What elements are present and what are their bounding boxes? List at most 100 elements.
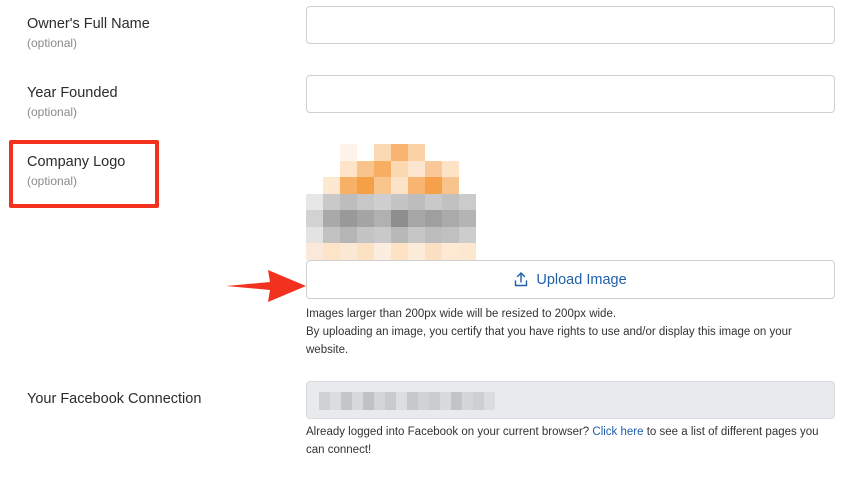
logo-pixel (340, 210, 357, 227)
facebook-connection-field (306, 381, 835, 419)
owner-name-label-group: Owner's Full Name (optional) (27, 15, 150, 51)
logo-pixel (408, 243, 425, 260)
logo-pixel (357, 193, 374, 210)
facebook-blur-pixel (385, 392, 396, 410)
logo-pixel (476, 226, 493, 243)
upload-help-line2: By uploading an image, you certify that … (306, 326, 792, 356)
facebook-blur-pixel (451, 392, 462, 410)
logo-pixel (425, 243, 442, 260)
facebook-label-group: Your Facebook Connection (27, 390, 201, 408)
logo-pixel (323, 243, 340, 260)
logo-pixel (340, 193, 357, 210)
logo-pixel (306, 160, 323, 177)
logo-pixel (442, 243, 459, 260)
logo-pixel (374, 226, 391, 243)
logo-pixel (442, 193, 459, 210)
company-logo-label-group: Company Logo (optional) (27, 153, 125, 189)
facebook-blur-pixel (341, 392, 352, 410)
logo-pixel (459, 226, 476, 243)
logo-pixel (340, 160, 357, 177)
upload-icon (515, 272, 528, 287)
logo-pixel (476, 243, 493, 260)
facebook-blur-pixel (330, 392, 341, 410)
company-logo-label: Company Logo (27, 154, 126, 170)
facebook-blur-pixel (363, 392, 374, 410)
logo-pixel (408, 226, 425, 243)
facebook-click-here-link[interactable]: Click here (592, 426, 643, 438)
logo-pixel (459, 193, 476, 210)
logo-pixel (374, 144, 391, 161)
logo-pixel (442, 210, 459, 227)
logo-pixel (306, 226, 323, 243)
logo-pixel (476, 144, 493, 161)
logo-pixel (459, 144, 476, 161)
year-founded-label-group: Year Founded (optional) (27, 84, 118, 120)
year-founded-label: Year Founded (27, 85, 118, 101)
logo-pixel (459, 243, 476, 260)
logo-pixel (476, 210, 493, 227)
logo-pixel (425, 210, 442, 227)
facebook-blur-pixel (319, 392, 330, 410)
upload-image-button[interactable]: Upload Image (306, 260, 835, 299)
logo-pixel (340, 177, 357, 194)
logo-pixel (425, 160, 442, 177)
logo-pixel (374, 210, 391, 227)
facebook-blur-pixel (352, 392, 363, 410)
logo-pixel (357, 177, 374, 194)
logo-pixel (357, 160, 374, 177)
logo-pixel (323, 177, 340, 194)
facebook-blur-pixel (374, 392, 385, 410)
logo-pixel (425, 193, 442, 210)
facebook-blur-pixel (484, 392, 495, 410)
logo-pixel (476, 193, 493, 210)
logo-pixel (408, 177, 425, 194)
logo-pixel (306, 193, 323, 210)
logo-pixel (306, 243, 323, 260)
logo-pixel (391, 160, 408, 177)
logo-pixel (306, 144, 323, 161)
logo-pixel (493, 193, 510, 210)
owner-name-input[interactable] (306, 6, 835, 44)
logo-pixel (459, 210, 476, 227)
logo-pixel (323, 144, 340, 161)
year-founded-input[interactable] (306, 75, 835, 113)
logo-pixel (374, 177, 391, 194)
company-logo-optional: (optional) (27, 174, 78, 188)
facebook-help-before: Already logged into Facebook on your cur… (306, 426, 590, 438)
logo-pixel (323, 210, 340, 227)
logo-pixel (391, 177, 408, 194)
logo-pixel (340, 144, 357, 161)
logo-pixel (340, 243, 357, 260)
logo-pixel (357, 226, 374, 243)
logo-pixel (493, 210, 510, 227)
logo-pixel (425, 144, 442, 161)
facebook-blur-pixel (473, 392, 484, 410)
facebook-connection-blurred-value (319, 392, 495, 410)
logo-pixel (442, 160, 459, 177)
logo-pixel (306, 177, 323, 194)
facebook-blur-pixel (440, 392, 451, 410)
logo-pixel (391, 144, 408, 161)
facebook-blur-pixel (429, 392, 440, 410)
logo-pixel (391, 193, 408, 210)
logo-pixel (374, 193, 391, 210)
facebook-help-text: Already logged into Facebook on your cur… (306, 423, 835, 459)
facebook-blur-pixel (407, 392, 418, 410)
owner-name-optional: (optional) (27, 36, 78, 50)
upload-help-line1: Images larger than 200px wide will be re… (306, 308, 617, 320)
year-founded-optional: (optional) (27, 105, 78, 119)
logo-pixel (476, 177, 493, 194)
facebook-blur-pixel (396, 392, 407, 410)
logo-pixel (391, 243, 408, 260)
logo-pixel (374, 243, 391, 260)
company-logo-preview (306, 144, 510, 260)
upload-image-label: Upload Image (536, 271, 627, 288)
logo-pixel (357, 144, 374, 161)
logo-pixel (425, 226, 442, 243)
logo-pixel (425, 177, 442, 194)
logo-pixel (493, 177, 510, 194)
logo-pixel (374, 160, 391, 177)
logo-pixel (391, 226, 408, 243)
logo-pixel (340, 226, 357, 243)
logo-pixel (442, 144, 459, 161)
